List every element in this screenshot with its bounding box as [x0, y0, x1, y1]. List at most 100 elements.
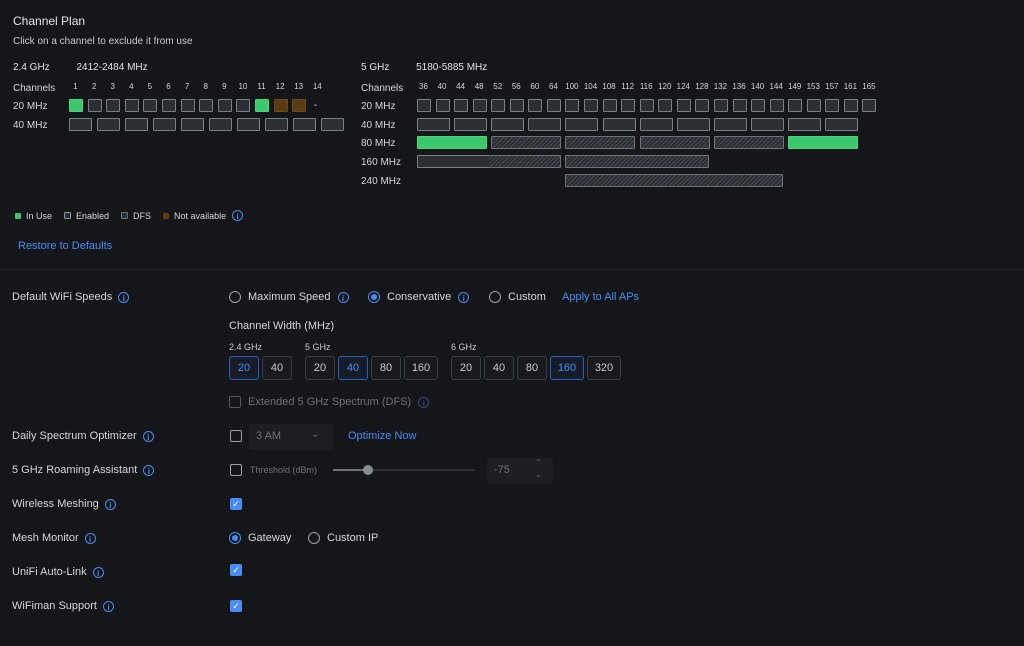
band-24-20mhz-channel-cell[interactable]: [106, 99, 121, 112]
width-24-20-button[interactable]: 20: [229, 356, 259, 380]
width-6-160-button[interactable]: 160: [550, 356, 584, 380]
band-24-20mhz-channel-cell[interactable]: [87, 99, 102, 112]
band-5-20mhz-channel-cell[interactable]: [584, 99, 599, 112]
band-24-40mhz-channel-cell[interactable]: [125, 118, 148, 131]
band-5-20mhz-channel-cell[interactable]: [417, 99, 431, 112]
band-24-20mhz-channel-cell[interactable]: [199, 99, 214, 112]
band-5-40mhz-channel-cell[interactable]: [676, 118, 710, 131]
band-24-40mhz-channel-cell[interactable]: [321, 118, 344, 131]
extended-dfs-checkbox[interactable]: [229, 396, 241, 408]
band-24-20mhz-channel-cell[interactable]: [69, 99, 83, 112]
width-5-160-button[interactable]: 160: [404, 356, 438, 380]
width-5-20-button[interactable]: 20: [305, 356, 335, 380]
band-5-40mhz-channel-cell[interactable]: [751, 118, 785, 131]
band-5-20mhz-channel-cell[interactable]: [621, 99, 636, 112]
band-5-20mhz-channel-cell[interactable]: [546, 99, 561, 112]
band-5-160mhz-channel-cell[interactable]: [565, 155, 710, 168]
band-24-40mhz-channel-cell[interactable]: [181, 118, 204, 131]
band-24-40mhz-channel-cell[interactable]: [237, 118, 260, 131]
band-5-40mhz-channel-cell[interactable]: [565, 118, 599, 131]
band-5-80mhz-channel-cell[interactable]: [713, 136, 784, 149]
wifiman-support-info-icon[interactable]: i: [102, 600, 114, 612]
band-5-20mhz-channel-cell[interactable]: [713, 99, 728, 112]
band-24-20mhz-channel-cell[interactable]: [124, 99, 139, 112]
auto-link-checkbox[interactable]: ✓: [230, 564, 242, 576]
band-24-20mhz-channel-cell[interactable]: [236, 99, 251, 112]
radio-maximum-speed[interactable]: [229, 291, 241, 303]
wireless-meshing-checkbox[interactable]: ✓: [230, 498, 242, 510]
band-5-20mhz-channel-cell[interactable]: [528, 99, 543, 112]
band-5-20mhz-channel-cell[interactable]: [732, 99, 747, 112]
radio-gateway[interactable]: [229, 532, 241, 544]
roaming-assistant-checkbox[interactable]: [230, 464, 242, 476]
band-5-240mhz-channel-cell[interactable]: [565, 174, 784, 187]
band-24-20mhz-channel-cell[interactable]: [143, 99, 158, 112]
band-24-20mhz-channel-cell[interactable]: [292, 99, 307, 112]
width-6-20-button[interactable]: 20: [451, 356, 481, 380]
band-5-20mhz-channel-cell[interactable]: [454, 99, 469, 112]
maximum-speed-info-icon[interactable]: i: [337, 291, 349, 303]
band-24-40mhz-channel-cell[interactable]: [209, 118, 232, 131]
roaming-assistant-info-icon[interactable]: i: [143, 464, 155, 476]
band-5-20mhz-channel-cell[interactable]: [769, 99, 784, 112]
band-5-80mhz-channel-cell[interactable]: [491, 136, 562, 149]
extended-dfs-row[interactable]: Extended 5 GHz Spectrum (DFS) i: [229, 396, 430, 408]
threshold-number-input[interactable]: -75 ⌃ ⌄: [487, 458, 553, 484]
radio-conservative[interactable]: [368, 291, 380, 303]
band-24-20mhz-channel-cell[interactable]: [180, 99, 195, 112]
optimize-now-link[interactable]: Optimize Now: [348, 430, 416, 442]
band-24-20mhz-channel-cell[interactable]: [162, 99, 176, 112]
apply-all-aps-link[interactable]: Apply to All APs: [562, 291, 639, 303]
width-6-80-button[interactable]: 80: [517, 356, 547, 380]
band-5-20mhz-channel-cell[interactable]: [862, 99, 877, 112]
width-5-40-button[interactable]: 40: [338, 356, 368, 380]
band-5-20mhz-channel-cell[interactable]: [825, 99, 840, 112]
width-24-40-button[interactable]: 40: [262, 356, 292, 380]
optimizer-time-select[interactable]: 3 AM ⌄: [249, 424, 333, 450]
restore-defaults-link[interactable]: Restore to Defaults: [18, 240, 112, 252]
band-5-40mhz-channel-cell[interactable]: [825, 118, 859, 131]
band-5-20mhz-channel-cell[interactable]: [565, 99, 580, 112]
mesh-option-custom-ip[interactable]: Custom IP: [308, 532, 378, 544]
band-5-80mhz-channel-cell[interactable]: [565, 136, 636, 149]
wifiman-support-checkbox[interactable]: ✓: [230, 600, 242, 612]
band-24-40mhz-channel-cell[interactable]: [293, 118, 316, 131]
band-5-20mhz-channel-cell[interactable]: [602, 99, 617, 112]
speed-option-custom[interactable]: Custom: [489, 291, 546, 303]
threshold-slider-handle[interactable]: [363, 465, 373, 475]
band-5-40mhz-channel-cell[interactable]: [491, 118, 525, 131]
band-5-20mhz-channel-cell[interactable]: [788, 99, 803, 112]
width-6-320-button[interactable]: 320: [587, 356, 621, 380]
band-5-20mhz-channel-cell[interactable]: [491, 99, 506, 112]
band-5-20mhz-channel-cell[interactable]: [843, 99, 858, 112]
daily-optimizer-info-icon[interactable]: i: [142, 430, 154, 442]
band-24-20mhz-channel-cell[interactable]: [255, 99, 269, 112]
width-6-40-button[interactable]: 40: [484, 356, 514, 380]
band-5-40mhz-channel-cell[interactable]: [713, 118, 747, 131]
band-5-80mhz-channel-cell[interactable]: [417, 136, 487, 149]
band-5-80mhz-channel-cell[interactable]: [639, 136, 710, 149]
band-5-40mhz-channel-cell[interactable]: [454, 118, 488, 131]
auto-link-info-icon[interactable]: i: [92, 566, 104, 578]
band-5-40mhz-channel-cell[interactable]: [602, 118, 636, 131]
band-24-20mhz-channel-cell[interactable]: [273, 99, 288, 112]
legend-info-icon[interactable]: i: [232, 210, 244, 221]
mesh-monitor-info-icon[interactable]: i: [84, 532, 96, 544]
daily-optimizer-checkbox[interactable]: [230, 430, 242, 442]
wireless-meshing-info-icon[interactable]: i: [104, 498, 116, 510]
band-5-20mhz-channel-cell[interactable]: [751, 99, 766, 112]
band-5-20mhz-channel-cell[interactable]: [658, 99, 673, 112]
band-24-40mhz-channel-cell[interactable]: [69, 118, 92, 131]
extended-dfs-info-icon[interactable]: i: [418, 396, 430, 408]
band-5-40mhz-channel-cell[interactable]: [417, 118, 450, 131]
band-5-80mhz-channel-cell[interactable]: [788, 136, 859, 149]
band-24-20mhz-channel-cell[interactable]: [217, 99, 232, 112]
band-5-20mhz-channel-cell[interactable]: [639, 99, 654, 112]
band-5-20mhz-channel-cell[interactable]: [472, 99, 487, 112]
radio-custom[interactable]: [489, 291, 501, 303]
width-5-80-button[interactable]: 80: [371, 356, 401, 380]
band-5-40mhz-channel-cell[interactable]: [639, 118, 673, 131]
mesh-option-gateway[interactable]: Gateway: [229, 532, 291, 544]
stepper-up-icon[interactable]: ⌃: [535, 458, 542, 467]
band-24-40mhz-channel-cell[interactable]: [153, 118, 176, 131]
